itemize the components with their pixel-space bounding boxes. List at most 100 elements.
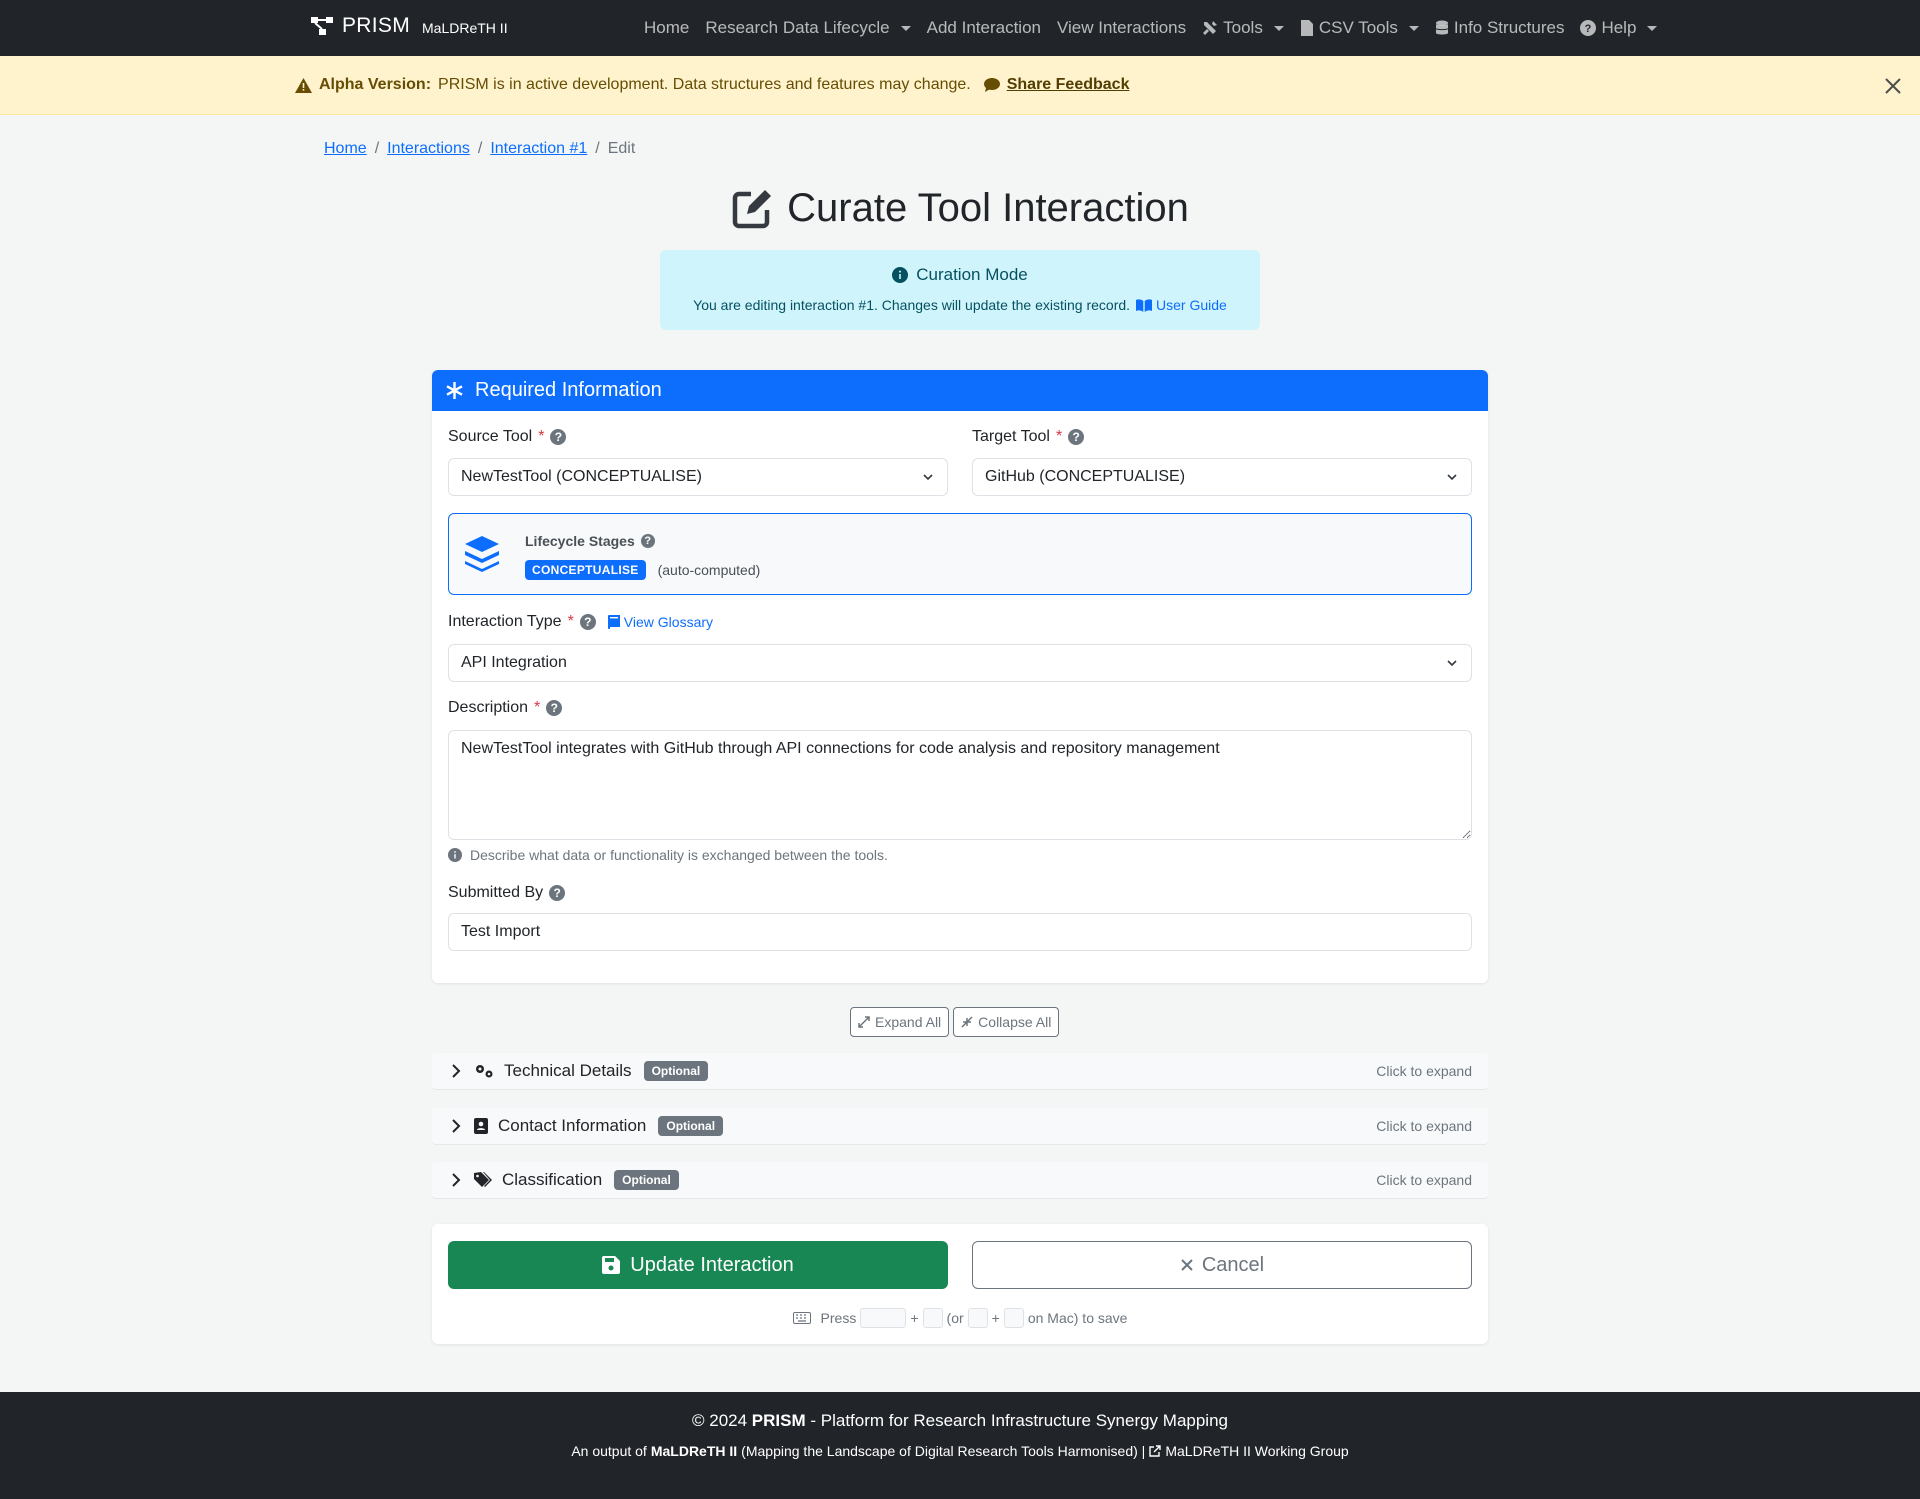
brand[interactable]: PRISM MaLDReTH II [310, 14, 508, 38]
footer-output-text: An output of [571, 1443, 647, 1459]
type-label-text: Interaction Type [448, 613, 562, 630]
nav-csv-tools[interactable]: CSV Tools [1292, 18, 1427, 38]
nav-view-interactions[interactable]: View Interactions [1049, 18, 1194, 38]
optional-badge: Optional [643, 1061, 709, 1081]
description-textarea[interactable]: NewTestTool integrates with GitHub throu… [448, 730, 1472, 840]
source-tool-label: Source Tool *? [448, 428, 567, 446]
navbar: PRISM MaLDReTH II Home Research Data Lif… [0, 0, 1920, 56]
caret-down-icon [1273, 25, 1284, 31]
breadcrumb-home[interactable]: Home [324, 140, 367, 158]
nav-add-label: Add Interaction [926, 18, 1041, 37]
submitted-label-text: Submitted By [448, 884, 544, 901]
brand-subtitle: MaLDReTH II [422, 20, 508, 36]
help-icon[interactable]: ? [546, 700, 563, 716]
nav-research-data-lifecycle[interactable]: Research Data Lifecycle [697, 18, 918, 38]
close-icon[interactable] [1883, 76, 1903, 96]
breadcrumb: Home / Interactions / Interaction #1 / Edit [324, 140, 635, 158]
section-classification[interactable]: Classification Optional Click to expand [432, 1162, 1488, 1199]
submitted-by-input[interactable]: Test Import [448, 913, 1472, 951]
lifecycle-label: Lifecycle Stages [525, 533, 635, 549]
curation-text: You are editing interaction #1. Changes … [693, 297, 1131, 313]
asterisk-icon [446, 382, 463, 399]
layers-icon [465, 536, 499, 572]
section-title: Contact Information [498, 1116, 647, 1135]
database-icon [1435, 20, 1448, 35]
nav-tools-label: Tools [1223, 18, 1263, 37]
user-guide-link[interactable]: User Guide [1136, 297, 1227, 313]
footer-line-1: © 2024 PRISM - Platform for Research Inf… [0, 1411, 1920, 1431]
svg-text:?: ? [1585, 23, 1592, 35]
collapse-all-button[interactable]: Collapse All [953, 1007, 1060, 1037]
curation-mode-alert: Curation Mode You are editing interactio… [660, 250, 1260, 330]
nav-add-interaction[interactable]: Add Interaction [919, 18, 1049, 38]
book-icon [1136, 298, 1153, 312]
expand-all-button[interactable]: Expand All [850, 1007, 950, 1037]
kbd-key [967, 1308, 988, 1328]
help-icon[interactable]: ? [549, 885, 566, 901]
required-mark: * [567, 613, 574, 630]
desc-label-text: Description [448, 699, 529, 716]
csv-file-icon [1300, 20, 1313, 36]
share-feedback-link[interactable]: Share Feedback [1007, 76, 1130, 94]
gears-icon [476, 1065, 493, 1078]
tags-icon [474, 1172, 492, 1187]
nav-tools[interactable]: Tools [1194, 18, 1292, 38]
alert-text: PRISM is in active development. Data str… [438, 76, 971, 93]
cancel-button[interactable]: Cancel [972, 1241, 1472, 1289]
footer: © 2024 PRISM - Platform for Research Inf… [0, 1392, 1920, 1499]
update-interaction-button[interactable]: Update Interaction [448, 1241, 948, 1289]
tools-icon [1203, 21, 1218, 35]
nav-help[interactable]: ? Help [1572, 18, 1665, 38]
save-icon [602, 1256, 621, 1274]
alpha-alert: Alpha Version: PRISM is in active develo… [0, 56, 1920, 115]
kbd-key [1003, 1308, 1024, 1328]
working-group-link[interactable]: MaLDReTH II Working Group [1165, 1443, 1348, 1459]
external-link-icon [1149, 1445, 1162, 1457]
chevron-right-icon [452, 1064, 461, 1078]
click-to-expand-hint: Click to expand [1376, 1118, 1472, 1134]
breadcrumb-interaction[interactable]: Interaction #1 [490, 140, 587, 158]
cancel-label: Cancel [1201, 1253, 1265, 1276]
comment-icon [983, 78, 1000, 92]
description-hint-text: Describe what data or functionality is e… [470, 847, 888, 863]
expand-all-label: Expand All [875, 1014, 942, 1030]
help-icon[interactable]: ? [640, 534, 655, 548]
nav-help-label: Help [1601, 18, 1637, 37]
nav-lifecycle-label: Research Data Lifecycle [705, 18, 890, 37]
description-label: Description *? [448, 699, 563, 717]
update-label: Update Interaction [630, 1253, 794, 1276]
chevron-down-icon [923, 474, 933, 481]
optional-badge: Optional [614, 1170, 679, 1190]
brand-name: PRISM [342, 14, 411, 37]
copyright-text: © 2024 [691, 1411, 748, 1430]
nav-info-structures[interactable]: Info Structures [1427, 18, 1573, 38]
footer-tagline: - Platform for Research Infrastructure S… [810, 1411, 1228, 1430]
source-tool-select[interactable]: NewTestTool (CONCEPTUALISE) [448, 458, 948, 496]
nav-view-label: View Interactions [1056, 18, 1187, 37]
shortcut-or-text: (or [946, 1310, 964, 1326]
section-title: Classification [502, 1170, 603, 1189]
breadcrumb-separator: / [374, 140, 380, 157]
help-icon[interactable]: ? [579, 614, 596, 630]
interaction-type-select[interactable]: API Integration [448, 644, 1472, 682]
target-tool-value: GitHub (CONCEPTUALISE) [985, 468, 1186, 485]
help-icon[interactable]: ? [1068, 429, 1085, 445]
card-title: Required Information [475, 379, 662, 401]
target-tool-select[interactable]: GitHub (CONCEPTUALISE) [972, 458, 1472, 496]
required-info-card: Required Information Source Tool *? NewTe… [432, 370, 1488, 983]
source-label-text: Source Tool [448, 428, 533, 445]
view-glossary-link[interactable]: View Glossary [607, 614, 714, 630]
form-actions: Update Interaction Cancel Press + (or + … [432, 1224, 1488, 1344]
breadcrumb-interactions[interactable]: Interactions [387, 140, 470, 158]
auto-computed-note: (auto-computed) [657, 562, 761, 578]
click-to-expand-hint: Click to expand [1376, 1172, 1472, 1188]
help-icon[interactable]: ? [550, 429, 567, 445]
section-contact-information[interactable]: Contact Information Optional Click to ex… [432, 1108, 1488, 1145]
glossary-label: View Glossary [623, 614, 714, 630]
caret-down-icon [900, 25, 911, 31]
card-header: Required Information [432, 370, 1488, 411]
nav-home[interactable]: Home [636, 18, 697, 38]
lifecycle-badge: CONCEPTUALISE [525, 560, 646, 580]
section-technical-details[interactable]: Technical Details Optional Click to expa… [432, 1053, 1488, 1090]
chevron-down-icon [1447, 660, 1457, 667]
